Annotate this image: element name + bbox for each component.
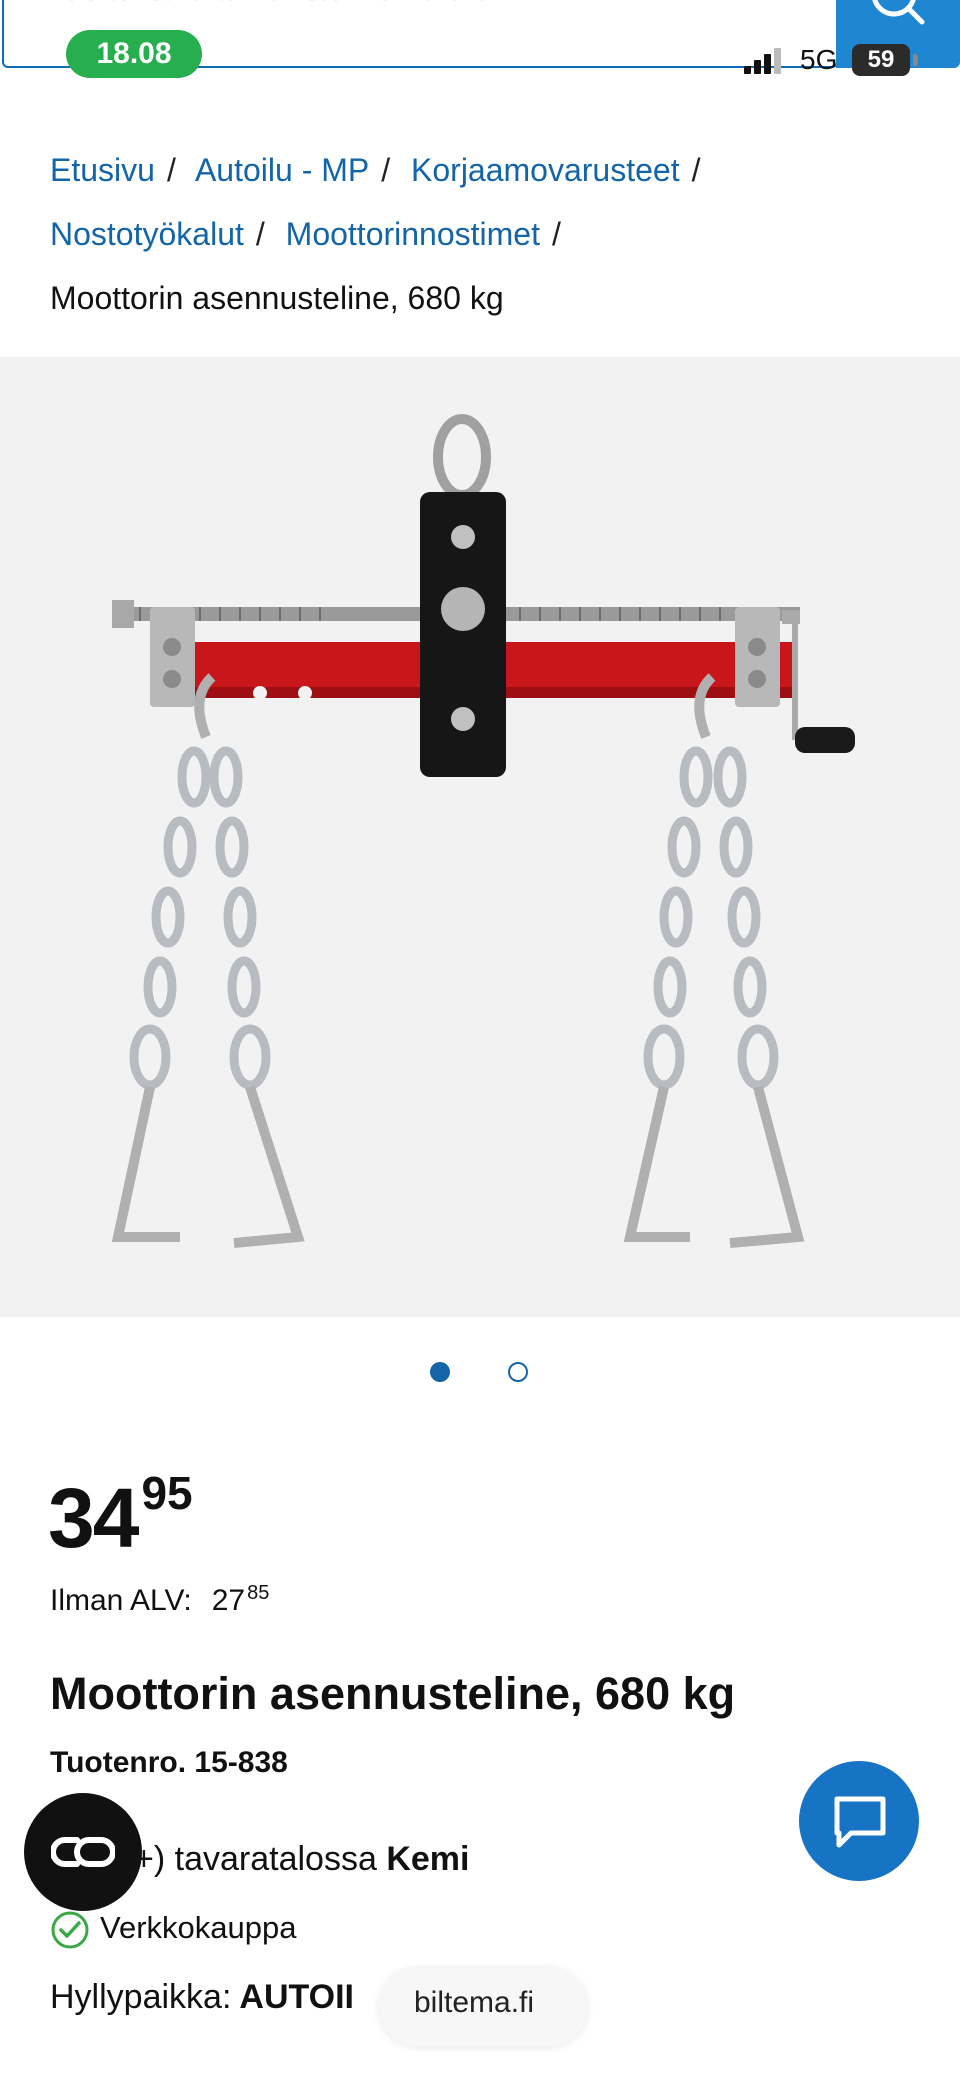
vat-decimals: 85 (247, 1582, 270, 1604)
product-image[interactable] (0, 357, 960, 1317)
network-type: 5G (800, 44, 838, 75)
shelf-value: AUTOII (239, 1978, 354, 2016)
signal-icon (744, 46, 784, 74)
vat-label: Ilman ALV: (50, 1584, 192, 1617)
carousel-dots (0, 1362, 960, 1382)
product-number: Tuotenro. 15-838 (50, 1746, 288, 1779)
breadcrumb-separator: / (691, 152, 701, 188)
browser-url-bar[interactable]: biltema.fi (378, 1966, 588, 2046)
product-title: Moottorin asennusteline, 680 kg (50, 1668, 736, 1719)
battery-indicator: 59 (852, 44, 918, 76)
breadcrumb: Etusivu / Autoilu - MP / Korjaamovarusteet… (50, 138, 930, 330)
price: 3495 (48, 1467, 193, 1567)
co-link-icon (51, 1837, 115, 1867)
online-availability: Verkkokauppa (50, 1910, 296, 1950)
engine-load-leveler-illustration (111, 414, 855, 1248)
breadcrumb-separator: / (381, 152, 391, 188)
co-link-button[interactable] (24, 1793, 142, 1911)
price-integer: 34 (48, 1471, 139, 1565)
store-name: Kemi (386, 1840, 470, 1878)
breadcrumb-separator: / (166, 152, 176, 188)
check-circle-icon (51, 1911, 89, 1949)
breadcrumb-item-moottorinnostimet[interactable]: Moottorinnostimet (286, 216, 540, 252)
store-stock-label: +) tavaratalossa (134, 1840, 377, 1878)
carousel-dot-2[interactable] (508, 1362, 528, 1382)
breadcrumb-item-autoilu[interactable]: Autoilu - MP (195, 152, 369, 188)
chat-bubble-icon (834, 1796, 886, 1848)
breadcrumb-separator: / (255, 216, 265, 252)
search-placeholder: Hae tekstillä tai rekisterinumerolla. (44, 0, 501, 8)
breadcrumb-item-etusivu[interactable]: Etusivu (50, 152, 155, 188)
breadcrumb-item-nostotyokalut[interactable]: Nostotyökalut (50, 216, 244, 252)
browser-url: biltema.fi (414, 1986, 535, 2019)
breadcrumb-item-korjaamovarusteet[interactable]: Korjaamovarusteet (411, 152, 680, 188)
vat-integer: 27 (211, 1584, 246, 1617)
breadcrumb-separator: / (551, 216, 561, 252)
status-time: 18.08 (66, 30, 202, 78)
search-icon (872, 0, 925, 25)
chat-button[interactable] (796, 1758, 922, 1884)
price-without-vat: Ilman ALV: 27 85 (50, 1582, 270, 1618)
carousel-dot-1[interactable] (430, 1362, 450, 1382)
shelf-location: Hyllypaikka: AUTOII (50, 1978, 354, 2017)
online-label: Verkkokauppa (100, 1910, 297, 1946)
shelf-label: Hyllypaikka: (50, 1978, 232, 2016)
breadcrumb-current: Moottorin asennusteline, 680 kg (50, 280, 504, 316)
price-decimals: 95 (141, 1467, 193, 1519)
